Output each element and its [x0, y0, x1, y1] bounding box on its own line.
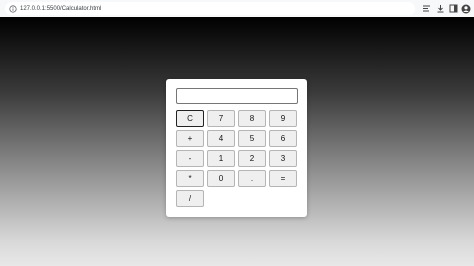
three-button[interactable]: 3 [269, 150, 297, 167]
download-icon[interactable] [435, 3, 446, 14]
calculator-panel: C 7 8 9 + 4 5 6 - 1 2 3 * 0 . = / [166, 79, 307, 217]
sidebar-icon[interactable] [448, 3, 459, 14]
profile-icon[interactable] [460, 3, 471, 14]
page-background: C 7 8 9 + 4 5 6 - 1 2 3 * 0 . = / [0, 17, 474, 266]
nine-button[interactable]: 9 [269, 110, 297, 127]
two-button[interactable]: 2 [238, 150, 266, 167]
address-bar[interactable]: 127.0.0.1:5500/Calculator.html [5, 2, 415, 15]
one-button[interactable]: 1 [207, 150, 235, 167]
equals-button[interactable]: = [269, 170, 297, 187]
url-text[interactable]: 127.0.0.1:5500/Calculator.html [20, 6, 101, 12]
five-button[interactable]: 5 [238, 130, 266, 147]
clear-button[interactable]: C [176, 110, 204, 127]
eight-button[interactable]: 8 [238, 110, 266, 127]
decimal-button[interactable]: . [238, 170, 266, 187]
reader-icon[interactable] [421, 3, 432, 14]
six-button[interactable]: 6 [269, 130, 297, 147]
divide-button[interactable]: / [176, 190, 204, 207]
zero-button[interactable]: 0 [207, 170, 235, 187]
calculator-display[interactable] [176, 88, 298, 104]
plus-button[interactable]: + [176, 130, 204, 147]
minus-button[interactable]: - [176, 150, 204, 167]
seven-button[interactable]: 7 [207, 110, 235, 127]
info-icon[interactable] [9, 4, 17, 13]
multiply-button[interactable]: * [176, 170, 204, 187]
browser-toolbar: 127.0.0.1:5500/Calculator.html [0, 0, 474, 18]
four-button[interactable]: 4 [207, 130, 235, 147]
